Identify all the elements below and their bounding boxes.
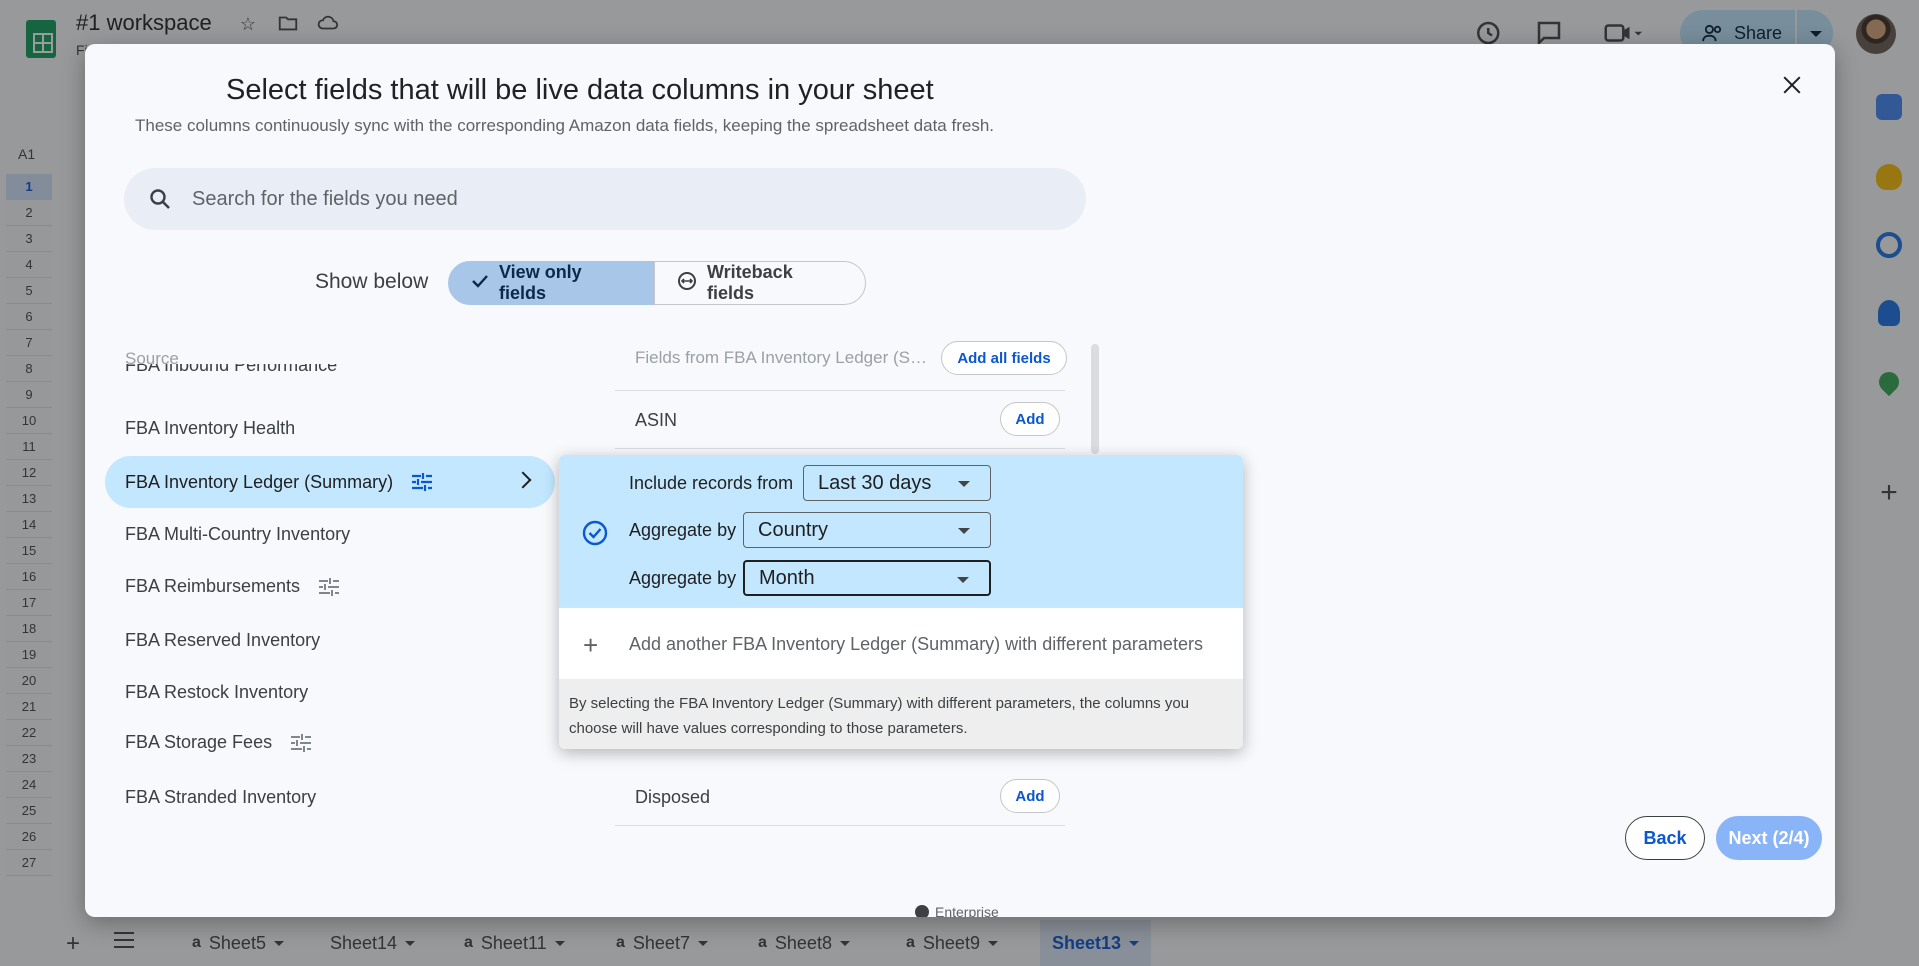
field-row-asin: ASIN Add <box>615 391 1065 449</box>
source-item-label: FBA Reimbursements <box>125 576 301 596</box>
select-fields-dialog: Select fields that will be live data col… <box>85 44 1835 917</box>
fields-scrollbar[interactable] <box>1091 344 1099 454</box>
close-icon[interactable] <box>1775 68 1809 102</box>
search-icon <box>150 189 170 209</box>
source-item-fba-inventory-ledger-summary[interactable]: FBA Inventory Ledger (Summary) <box>105 456 555 508</box>
dialog-title: Select fields that will be live data col… <box>226 74 934 106</box>
add-all-fields-button[interactable]: Add all fields <box>941 341 1067 375</box>
source-item-fba-multi-country-inventory[interactable]: FBA Multi-Country Inventory <box>125 524 350 545</box>
writeback-icon <box>677 271 697 296</box>
aggregate-by-month-select[interactable]: Month <box>743 560 991 596</box>
enterprise-label: Enterprise <box>935 904 999 917</box>
add-field-button[interactable]: Add <box>1000 779 1060 813</box>
field-label: Disposed <box>635 787 711 807</box>
source-item-fba-reimbursements[interactable]: FBA Reimbursements <box>125 576 340 597</box>
parameters-note: By selecting the FBA Inventory Ledger (S… <box>559 679 1243 749</box>
source-item-label: FBA Inventory Ledger (Summary) <box>125 471 394 492</box>
enterprise-badge: Enterprise <box>915 904 999 917</box>
source-item-label: FBA Storage Fees <box>125 732 273 752</box>
source-item-fba-restock-inventory[interactable]: FBA Restock Inventory <box>125 682 308 703</box>
next-button[interactable]: Next (2/4) <box>1716 816 1822 860</box>
aggregate-by-country-select[interactable]: Country <box>743 512 991 548</box>
aggregate-by-label: Aggregate by <box>629 520 737 540</box>
back-button[interactable]: Back <box>1625 816 1705 860</box>
source-item-label: FBA Stranded Inventory <box>125 787 317 807</box>
source-item-label: FBA Reserved Inventory <box>125 630 321 650</box>
writeback-fields-label: Writeback fields <box>707 262 793 303</box>
source-item-fba-stranded-inventory[interactable]: FBA Stranded Inventory <box>125 787 316 808</box>
tune-icon[interactable] <box>290 733 312 753</box>
include-records-label: Include records from <box>629 473 794 493</box>
source-item-fba-storage-fees[interactable]: FBA Storage Fees <box>125 732 312 753</box>
show-below-label: Show below <box>315 270 429 293</box>
parameters-popover: Include records from Last 30 days Aggreg… <box>559 455 1243 749</box>
source-item-label: FBA Inbound Performance <box>125 364 338 375</box>
search-input[interactable] <box>192 168 1052 230</box>
plus-icon: + <box>583 630 599 660</box>
field-label: ASIN <box>635 410 678 430</box>
add-another-parameter-set[interactable]: + Add another FBA Inventory Ledger (Summ… <box>559 607 1243 679</box>
selected-parameter-set[interactable]: Include records from Last 30 days Aggreg… <box>559 455 1243 607</box>
aggregate-by-label: Aggregate by <box>629 568 737 588</box>
view-only-fields-toggle[interactable]: View only fields <box>448 261 654 305</box>
view-only-fields-label: View only fields <box>499 262 582 303</box>
source-item-label: FBA Restock Inventory <box>125 682 309 702</box>
check-circle-icon <box>582 520 608 546</box>
source-item-label: FBA Multi-Country Inventory <box>125 524 351 544</box>
field-row-disposed: Disposed Add <box>615 768 1065 826</box>
source-item-fba-reserved-inventory[interactable]: FBA Reserved Inventory <box>125 630 320 651</box>
chevron-right-icon <box>514 471 532 489</box>
tune-icon[interactable] <box>318 577 340 597</box>
enterprise-icon <box>915 905 929 917</box>
checkmark-icon <box>471 273 489 294</box>
add-another-label: Add another FBA Inventory Ledger (Summar… <box>629 634 1203 654</box>
source-item-fba-inbound-performance[interactable]: FBA Inbound Performance <box>125 364 425 376</box>
include-records-select[interactable]: Last 30 days <box>803 465 991 501</box>
tune-icon[interactable] <box>411 472 433 492</box>
fields-header: Fields from FBA Inventory Ledger (Summar… <box>635 348 935 367</box>
aggregate-by-value: Country <box>758 518 829 541</box>
search-box <box>124 168 1086 230</box>
source-item-fba-inventory-health[interactable]: FBA Inventory Health <box>125 418 295 439</box>
writeback-fields-toggle[interactable]: Writeback fields <box>654 261 866 305</box>
source-item-label: FBA Inventory Health <box>125 418 296 438</box>
add-field-button[interactable]: Add <box>1000 402 1060 436</box>
include-records-value: Last 30 days <box>818 471 932 494</box>
aggregate-by-value: Month <box>759 566 815 589</box>
dialog-subtitle: These columns continuously sync with the… <box>135 116 995 135</box>
